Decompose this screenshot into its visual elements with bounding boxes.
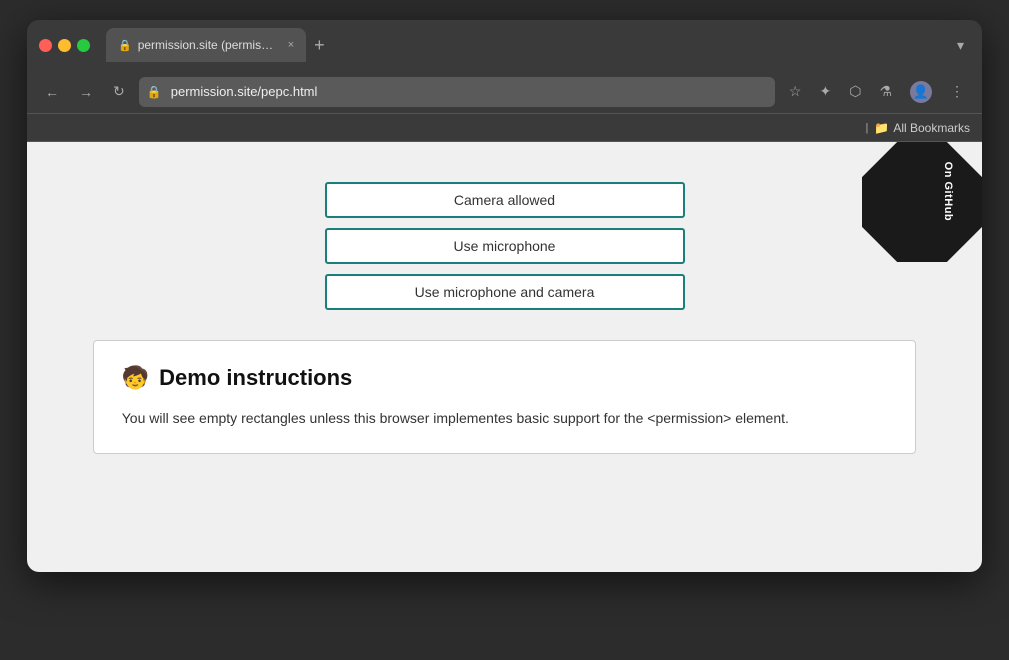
all-bookmarks-link[interactable]: 📁 All Bookmarks bbox=[874, 121, 970, 135]
permission-buttons-area: Camera allowed Use microphone Use microp… bbox=[47, 182, 962, 310]
toolbar: ← → ↻ 🔒 ☆ ✦ ⬡ ⚗ 👤 ⋮ bbox=[27, 70, 982, 114]
new-tab-button[interactable]: + bbox=[306, 35, 333, 56]
close-window-button[interactable] bbox=[39, 39, 52, 52]
minimize-window-button[interactable] bbox=[58, 39, 71, 52]
bookmarks-bar: | 📁 All Bookmarks bbox=[27, 114, 982, 142]
refresh-button[interactable]: ↻ bbox=[107, 79, 131, 104]
title-bar: 🔒 permission.site (permission e × + ▾ bbox=[27, 20, 982, 70]
tab-title: permission.site (permission e bbox=[138, 38, 278, 52]
traffic-lights bbox=[39, 39, 90, 52]
browser-window: 🔒 permission.site (permission e × + ▾ ← … bbox=[27, 20, 982, 572]
star-button[interactable]: ☆ bbox=[783, 79, 808, 104]
extensions-button[interactable]: ⬡ bbox=[843, 79, 867, 104]
folder-icon: 📁 bbox=[874, 121, 889, 135]
window-menu-button[interactable]: ▾ bbox=[951, 33, 970, 58]
demo-title: Demo instructions bbox=[159, 365, 352, 391]
use-microphone-camera-button[interactable]: Use microphone and camera bbox=[325, 274, 685, 310]
demo-emoji: 🧒 bbox=[122, 365, 149, 391]
github-corner[interactable]: On GitHub bbox=[862, 142, 982, 262]
use-microphone-button[interactable]: Use microphone bbox=[325, 228, 685, 264]
maximize-window-button[interactable] bbox=[77, 39, 90, 52]
tab-close-button[interactable]: × bbox=[288, 39, 294, 51]
back-button[interactable]: ← bbox=[39, 80, 65, 104]
address-bar[interactable] bbox=[139, 77, 775, 107]
page-content: On GitHub Camera allowed Use microphone … bbox=[27, 142, 982, 572]
tab-bar: 🔒 permission.site (permission e × + bbox=[106, 28, 943, 62]
security-icon: 🔒 bbox=[147, 85, 162, 99]
lab-button[interactable]: ⚗ bbox=[873, 79, 898, 104]
toolbar-actions: ☆ ✦ ⬡ ⚗ 👤 ⋮ bbox=[783, 77, 970, 107]
demo-header: 🧒 Demo instructions bbox=[122, 365, 888, 391]
profile-button[interactable]: 👤 bbox=[904, 77, 938, 107]
demo-description: You will see empty rectangles unless thi… bbox=[122, 407, 888, 429]
camera-allowed-button[interactable]: Camera allowed bbox=[325, 182, 685, 218]
browser-tab[interactable]: 🔒 permission.site (permission e × bbox=[106, 28, 306, 62]
forward-button[interactable]: → bbox=[73, 80, 99, 104]
demo-instructions-box: 🧒 Demo instructions You will see empty r… bbox=[93, 340, 917, 454]
bookmarks-label: All Bookmarks bbox=[893, 121, 970, 135]
browser-menu-button[interactable]: ⋮ bbox=[944, 79, 970, 104]
gemini-button[interactable]: ✦ bbox=[813, 79, 837, 104]
tab-site-icon: 🔒 bbox=[118, 39, 132, 52]
github-corner-label: On GitHub bbox=[862, 142, 982, 262]
address-bar-wrap: 🔒 bbox=[139, 77, 775, 107]
